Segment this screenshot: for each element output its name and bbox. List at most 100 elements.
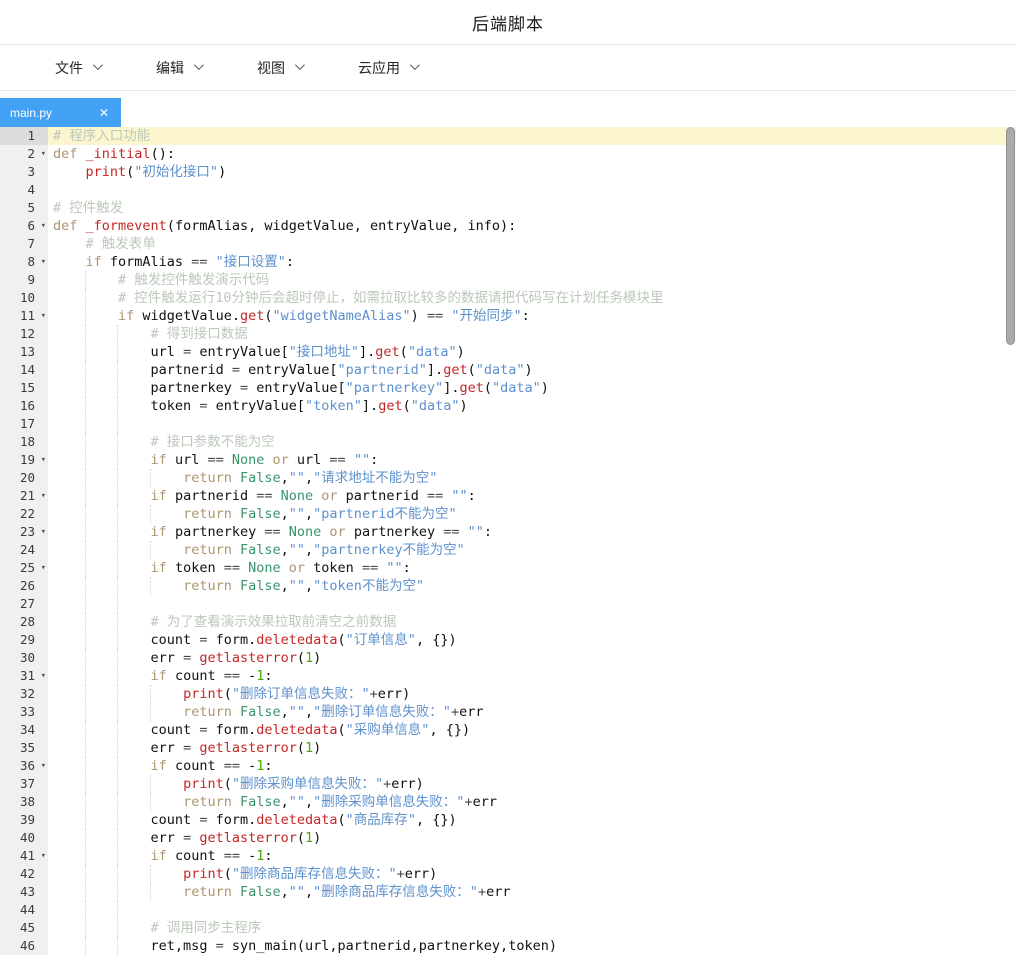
code-line-text[interactable] [48, 415, 1016, 433]
code-line[interactable]: 30 err = getlasterror(1) [0, 649, 1016, 667]
code-line-text[interactable]: if count == -1: [48, 757, 1016, 775]
code-line[interactable]: 6▾def _formevent(formAlias, widgetValue,… [0, 217, 1016, 235]
fold-arrow-icon[interactable]: ▾ [41, 667, 46, 685]
code-line[interactable]: 11▾ if widgetValue.get("widgetNameAlias"… [0, 307, 1016, 325]
code-line-text[interactable]: if partnerkey == None or partnerkey == "… [48, 523, 1016, 541]
code-line-text[interactable]: print("删除商品库存信息失败："+err) [48, 865, 1016, 883]
code-line[interactable]: 7 # 触发表单 [0, 235, 1016, 253]
code-line[interactable]: 34 count = form.deletedata("采购单信息", {}) [0, 721, 1016, 739]
code-line-text[interactable]: # 程序入口功能 [48, 127, 1016, 145]
code-line-text[interactable]: print("删除订单信息失败："+err) [48, 685, 1016, 703]
code-line[interactable]: 33 return False,"","删除订单信息失败："+err [0, 703, 1016, 721]
code-line[interactable]: 4 [0, 181, 1016, 199]
code-line-text[interactable]: # 接口参数不能为空 [48, 433, 1016, 451]
code-line-text[interactable]: token = entryValue["token"].get("data") [48, 397, 1016, 415]
code-line-text[interactable]: # 调用同步主程序 [48, 919, 1016, 937]
code-line[interactable]: 31▾ if count == -1: [0, 667, 1016, 685]
code-line[interactable]: 23▾ if partnerkey == None or partnerkey … [0, 523, 1016, 541]
code-line-text[interactable]: if widgetValue.get("widgetNameAlias") ==… [48, 307, 1016, 325]
code-line-text[interactable]: # 控件触发运行10分钟后会超时停止，如需拉取比较多的数据请把代码写在计划任务模… [48, 289, 1016, 307]
code-line[interactable]: 41▾ if count == -1: [0, 847, 1016, 865]
code-line-text[interactable]: err = getlasterror(1) [48, 649, 1016, 667]
code-line[interactable]: 2▾def _initial(): [0, 145, 1016, 163]
code-line-text[interactable]: err = getlasterror(1) [48, 829, 1016, 847]
code-line-text[interactable]: def _formevent(formAlias, widgetValue, e… [48, 217, 1016, 235]
menu-file[interactable]: 文件 [55, 58, 100, 78]
code-line-text[interactable]: partnerid = entryValue["partnerid"].get(… [48, 361, 1016, 379]
code-line[interactable]: 43 return False,"","删除商品库存信息失败："+err [0, 883, 1016, 901]
code-line-text[interactable]: return False,"","partnerid不能为空" [48, 505, 1016, 523]
code-line-text[interactable]: if url == None or url == "": [48, 451, 1016, 469]
fold-arrow-icon[interactable]: ▾ [41, 523, 46, 541]
code-line-text[interactable]: partnerkey = entryValue["partnerkey"].ge… [48, 379, 1016, 397]
code-line-text[interactable]: # 控件触发 [48, 199, 1016, 217]
code-line[interactable]: 36▾ if count == -1: [0, 757, 1016, 775]
code-line-text[interactable]: # 为了查看演示效果拉取前清空之前数据 [48, 613, 1016, 631]
code-line-text[interactable]: def _initial(): [48, 145, 1016, 163]
code-line-text[interactable] [48, 181, 1016, 199]
code-line[interactable]: 42 print("删除商品库存信息失败："+err) [0, 865, 1016, 883]
code-line[interactable]: 1# 程序入口功能 [0, 127, 1016, 145]
fold-arrow-icon[interactable]: ▾ [41, 145, 46, 163]
code-line[interactable]: 10 # 控件触发运行10分钟后会超时停止，如需拉取比较多的数据请把代码写在计划… [0, 289, 1016, 307]
fold-arrow-icon[interactable]: ▾ [41, 253, 46, 271]
code-line-text[interactable]: return False,"","partnerkey不能为空" [48, 541, 1016, 559]
code-line[interactable]: 25▾ if token == None or token == "": [0, 559, 1016, 577]
code-line[interactable]: 45 # 调用同步主程序 [0, 919, 1016, 937]
code-line[interactable]: 18 # 接口参数不能为空 [0, 433, 1016, 451]
menu-view[interactable]: 视图 [257, 58, 302, 78]
code-line-text[interactable]: if partnerid == None or partnerid == "": [48, 487, 1016, 505]
code-editor[interactable]: 1# 程序入口功能2▾def _initial():3 print("初始化接口… [0, 127, 1016, 956]
code-line-text[interactable]: count = form.deletedata("订单信息", {}) [48, 631, 1016, 649]
code-line[interactable]: 38 return False,"","删除采购单信息失败："+err [0, 793, 1016, 811]
code-line-text[interactable]: # 得到接口数据 [48, 325, 1016, 343]
fold-arrow-icon[interactable]: ▾ [41, 559, 46, 577]
code-line[interactable]: 16 token = entryValue["token"].get("data… [0, 397, 1016, 415]
code-line[interactable]: 39 count = form.deletedata("商品库存", {}) [0, 811, 1016, 829]
code-line[interactable]: 17 [0, 415, 1016, 433]
fold-arrow-icon[interactable]: ▾ [41, 451, 46, 469]
code-line[interactable]: 21▾ if partnerid == None or partnerid ==… [0, 487, 1016, 505]
code-line[interactable]: 26 return False,"","token不能为空" [0, 577, 1016, 595]
code-line-text[interactable]: return False,"","删除采购单信息失败："+err [48, 793, 1016, 811]
code-line-text[interactable] [48, 901, 1016, 919]
menu-cloud-app[interactable]: 云应用 [358, 58, 417, 78]
code-line[interactable]: 12 # 得到接口数据 [0, 325, 1016, 343]
code-line[interactable]: 24 return False,"","partnerkey不能为空" [0, 541, 1016, 559]
code-line-text[interactable] [48, 595, 1016, 613]
fold-arrow-icon[interactable]: ▾ [41, 847, 46, 865]
fold-arrow-icon[interactable]: ▾ [41, 217, 46, 235]
code-line[interactable]: 5# 控件触发 [0, 199, 1016, 217]
fold-arrow-icon[interactable]: ▾ [41, 487, 46, 505]
code-line-text[interactable]: count = form.deletedata("商品库存", {}) [48, 811, 1016, 829]
fold-arrow-icon[interactable]: ▾ [41, 307, 46, 325]
code-line[interactable]: 3 print("初始化接口") [0, 163, 1016, 181]
code-line[interactable]: 27 [0, 595, 1016, 613]
code-line[interactable]: 13 url = entryValue["接口地址"].get("data") [0, 343, 1016, 361]
tab-main-py[interactable]: main.py ✕ [0, 98, 121, 127]
code-line-text[interactable]: return False,"","删除订单信息失败："+err [48, 703, 1016, 721]
fold-arrow-icon[interactable]: ▾ [41, 757, 46, 775]
scrollbar-thumb[interactable] [1006, 127, 1015, 345]
code-line[interactable]: 9 # 触发控件触发演示代码 [0, 271, 1016, 289]
code-line[interactable]: 22 return False,"","partnerid不能为空" [0, 505, 1016, 523]
code-line-text[interactable]: return False,"","请求地址不能为空" [48, 469, 1016, 487]
code-line-text[interactable]: if count == -1: [48, 847, 1016, 865]
code-line[interactable]: 46 ret,msg = syn_main(url,partnerid,part… [0, 937, 1016, 955]
code-line[interactable]: 44 [0, 901, 1016, 919]
code-line[interactable]: 37 print("删除采购单信息失败："+err) [0, 775, 1016, 793]
code-line-text[interactable]: # 触发控件触发演示代码 [48, 271, 1016, 289]
code-line-text[interactable]: if formAlias == "接口设置": [48, 253, 1016, 271]
code-line-text[interactable]: return False,"","token不能为空" [48, 577, 1016, 595]
code-line-text[interactable]: if token == None or token == "": [48, 559, 1016, 577]
code-line[interactable]: 40 err = getlasterror(1) [0, 829, 1016, 847]
code-line-text[interactable]: count = form.deletedata("采购单信息", {}) [48, 721, 1016, 739]
code-line[interactable]: 19▾ if url == None or url == "": [0, 451, 1016, 469]
code-line[interactable]: 8▾ if formAlias == "接口设置": [0, 253, 1016, 271]
code-line[interactable]: 29 count = form.deletedata("订单信息", {}) [0, 631, 1016, 649]
code-line[interactable]: 32 print("删除订单信息失败："+err) [0, 685, 1016, 703]
code-line-text[interactable]: print("初始化接口") [48, 163, 1016, 181]
code-line-text[interactable]: print("删除采购单信息失败："+err) [48, 775, 1016, 793]
code-line-text[interactable]: # 触发表单 [48, 235, 1016, 253]
code-line[interactable]: 35 err = getlasterror(1) [0, 739, 1016, 757]
